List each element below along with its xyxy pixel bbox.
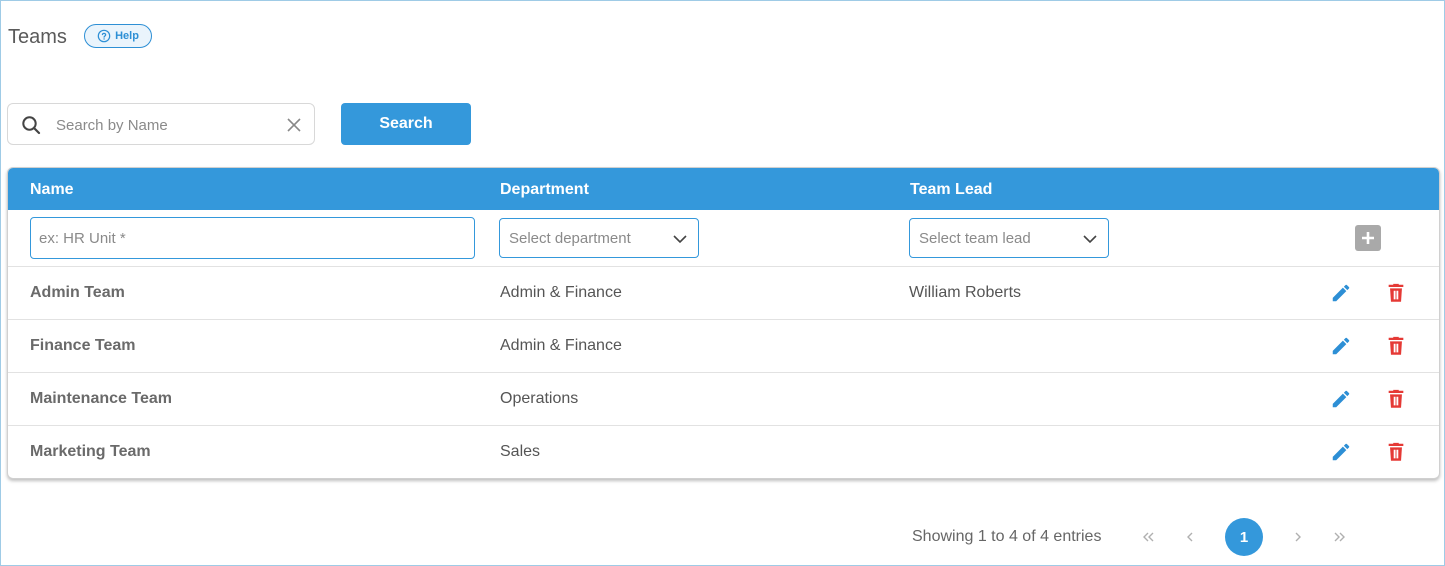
clear-icon[interactable]: [285, 116, 303, 134]
trash-icon[interactable]: [1385, 282, 1407, 304]
previous-page-button[interactable]: [1181, 528, 1199, 546]
new-team-row: Select department Select team lead: [8, 210, 1439, 267]
table-row: Finance Team Admin & Finance: [8, 320, 1439, 373]
trash-icon[interactable]: [1385, 441, 1407, 463]
team-department: Operations: [500, 390, 579, 407]
team-lead: William Roberts: [909, 284, 1022, 301]
column-header-name[interactable]: Name: [30, 181, 74, 199]
add-team-button[interactable]: [1355, 225, 1381, 251]
chevron-left-icon: [1187, 532, 1193, 542]
double-chevron-right-icon: [1334, 532, 1345, 542]
help-label: Help: [115, 30, 139, 42]
next-page-button[interactable]: [1289, 528, 1307, 546]
help-circle-icon: [97, 29, 111, 43]
search-input[interactable]: [54, 112, 274, 138]
team-name: Admin Team: [30, 284, 125, 301]
table-row: Marketing Team Sales: [8, 426, 1439, 478]
team-lead-select-placeholder: Select team lead: [919, 230, 1031, 247]
help-button[interactable]: Help: [84, 24, 152, 48]
chevron-down-icon: [673, 235, 687, 244]
table-row: Maintenance Team Operations: [8, 373, 1439, 426]
pencil-icon[interactable]: [1330, 335, 1352, 357]
department-select-placeholder: Select department: [509, 230, 631, 247]
search-button[interactable]: Search: [341, 103, 471, 145]
team-department: Admin & Finance: [500, 337, 622, 354]
page-number-current[interactable]: 1: [1225, 518, 1263, 556]
trash-icon[interactable]: [1385, 388, 1407, 410]
trash-icon[interactable]: [1385, 335, 1407, 357]
team-name-input[interactable]: [30, 217, 475, 259]
column-header-department[interactable]: Department: [500, 181, 589, 199]
first-page-button[interactable]: [1139, 528, 1157, 546]
department-select[interactable]: Select department: [499, 218, 699, 258]
teams-table: Name Department Team Lead Select departm…: [7, 167, 1440, 479]
search-box: [7, 103, 315, 145]
table-row: Admin Team Admin & Finance William Rober…: [8, 267, 1439, 320]
double-chevron-left-icon: [1143, 532, 1154, 542]
plus-icon: [1362, 232, 1374, 244]
pencil-icon[interactable]: [1330, 441, 1352, 463]
team-lead-select[interactable]: Select team lead: [909, 218, 1109, 258]
last-page-button[interactable]: [1331, 528, 1349, 546]
team-department: Admin & Finance: [500, 284, 622, 301]
pencil-icon[interactable]: [1330, 388, 1352, 410]
pagination-summary: Showing 1 to 4 of 4 entries: [912, 528, 1102, 545]
page-title: Teams: [8, 26, 67, 48]
team-name: Marketing Team: [30, 443, 151, 460]
team-department: Sales: [500, 443, 541, 460]
team-name: Finance Team: [30, 337, 136, 354]
pencil-icon[interactable]: [1330, 282, 1352, 304]
column-header-team-lead[interactable]: Team Lead: [910, 181, 992, 199]
table-header: Name Department Team Lead: [8, 168, 1439, 210]
team-name: Maintenance Team: [30, 390, 172, 407]
chevron-right-icon: [1295, 532, 1301, 542]
chevron-down-icon: [1083, 235, 1097, 244]
search-icon: [22, 116, 41, 135]
